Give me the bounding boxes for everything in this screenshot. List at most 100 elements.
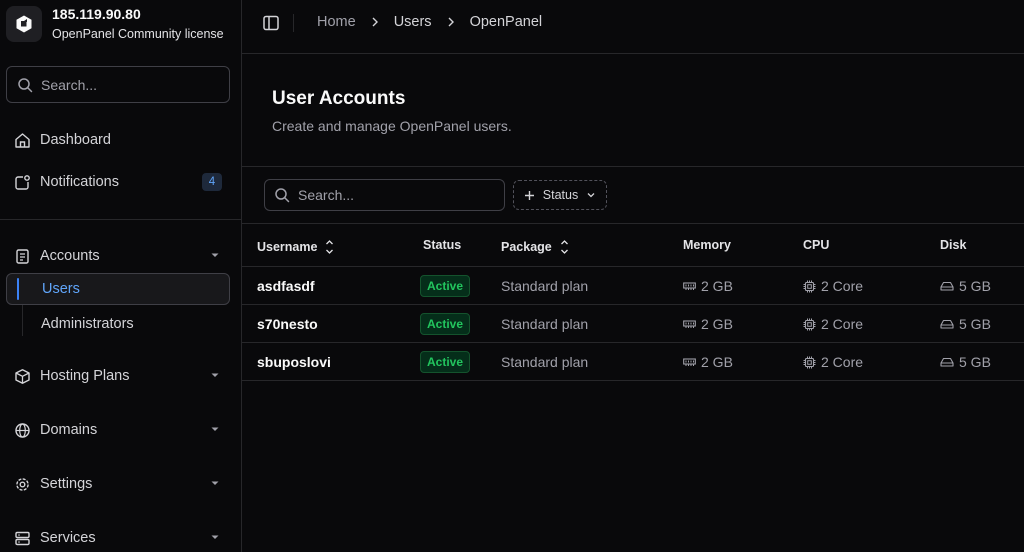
breadcrumb-home[interactable]: Home [317, 14, 356, 30]
sidebar-item-label: Settings [40, 476, 93, 492]
breadcrumb: Home Users OpenPanel [317, 14, 542, 30]
sidebar-subitem-label: Users [42, 281, 80, 297]
status-filter-button[interactable]: Status [513, 180, 607, 210]
sidebar-subitem-users[interactable]: Users [6, 273, 230, 305]
accounts-icon [13, 247, 31, 265]
disk-cell: 5 GB [940, 278, 991, 294]
cpu-icon [803, 356, 816, 369]
sidebar-item-accounts[interactable]: Accounts [0, 238, 242, 274]
chevron-right-icon [370, 16, 380, 28]
cpu-cell: 2 Core [803, 278, 863, 294]
page-title: User Accounts [272, 88, 406, 109]
sidebar-item-label: Dashboard [40, 132, 111, 148]
plus-icon [524, 190, 535, 201]
username-cell[interactable]: asdfasdf [257, 278, 315, 294]
column-header-username[interactable]: Username [257, 238, 334, 256]
table-row[interactable]: sbuposlovi Active Standard plan 2 GB 2 C… [242, 343, 1024, 381]
memory-value: 2 GB [701, 354, 733, 370]
column-header-label: Status [423, 238, 462, 252]
cpu-value: 2 Core [821, 354, 864, 370]
status-badge: Active [420, 351, 470, 373]
column-header-status: Status [423, 238, 461, 252]
memory-cell: 2 GB [683, 278, 733, 294]
memory-cell: 2 GB [683, 316, 733, 332]
sort-icon[interactable] [560, 238, 569, 256]
column-header-label: Disk [940, 238, 967, 252]
bell-icon [13, 173, 31, 191]
license-label: OpenPanel Community license [52, 27, 224, 41]
status-filter-label: Status [542, 188, 579, 202]
column-header-package[interactable]: Package [501, 238, 569, 256]
sidebar-toggle-icon[interactable] [262, 14, 280, 32]
sidebar-search-input[interactable]: Search... [6, 66, 230, 103]
breadcrumb-users[interactable]: Users [394, 14, 432, 30]
sidebar-item-domains[interactable]: Domains [0, 412, 242, 448]
search-icon [274, 187, 290, 203]
column-header-memory: Memory [683, 238, 731, 252]
sort-icon[interactable] [325, 238, 334, 256]
topbar: Home Users OpenPanel [242, 0, 1024, 54]
disk-cell: 5 GB [940, 354, 991, 370]
search-placeholder: Search... [298, 187, 355, 203]
column-header-label: Username [257, 240, 318, 254]
disk-value: 5 GB [959, 316, 991, 332]
memory-icon [683, 281, 696, 291]
chevron-down-icon [210, 370, 220, 380]
sidebar-item-label: Hosting Plans [40, 368, 130, 384]
search-input[interactable]: Search... [264, 179, 505, 211]
username-cell[interactable]: s70nesto [257, 316, 318, 332]
server-ip: 185.119.90.80 [52, 6, 141, 22]
globe-icon [13, 421, 31, 439]
memory-value: 2 GB [701, 316, 733, 332]
status-badge: Active [420, 313, 470, 335]
disk-value: 5 GB [959, 354, 991, 370]
memory-cell: 2 GB [683, 354, 733, 370]
sidebar-item-notifications[interactable]: Notifications 4 [0, 164, 242, 200]
sidebar-item-label: Notifications [40, 174, 119, 190]
gear-icon [13, 475, 31, 493]
disk-cell: 5 GB [940, 316, 991, 332]
status-badge: Active [420, 275, 470, 297]
cpu-value: 2 Core [821, 278, 864, 294]
chevron-down-icon [210, 478, 220, 488]
table-row[interactable]: s70nesto Active Standard plan 2 GB 2 Cor… [242, 305, 1024, 343]
brand[interactable]: 185.119.90.80 OpenPanel Community licens… [6, 5, 224, 43]
column-header-label: Memory [683, 238, 731, 252]
disk-icon [940, 319, 954, 329]
column-header-label: CPU [803, 238, 830, 252]
filter-bar: Search... Status [242, 167, 1024, 224]
chevron-down-icon [586, 190, 596, 200]
sidebar-item-services[interactable]: Services [0, 520, 242, 552]
page-subtitle: Create and manage OpenPanel users. [272, 118, 512, 134]
package-cell: Standard plan [501, 316, 589, 332]
disk-value: 5 GB [959, 278, 991, 294]
disk-icon [940, 357, 954, 367]
home-icon [13, 131, 31, 149]
package-cell: Standard plan [501, 354, 589, 370]
username-cell[interactable]: sbuposlovi [257, 354, 331, 370]
sidebar-item-dashboard[interactable]: Dashboard [0, 122, 242, 158]
table-header-row: Username Status Package Memory CPU Disk [242, 224, 1024, 267]
column-header-label: Package [501, 240, 552, 254]
users-table: Username Status Package Memory CPU Disk … [242, 224, 1024, 381]
sidebar-item-hosting-plans[interactable]: Hosting Plans [0, 358, 242, 394]
sidebar-item-label: Domains [40, 422, 98, 438]
column-header-disk: Disk [940, 238, 966, 252]
page-header: User Accounts Create and manage OpenPane… [242, 54, 1024, 167]
memory-value: 2 GB [701, 278, 733, 294]
sidebar-subitem-label: Administrators [41, 316, 134, 332]
sidebar: 185.119.90.80 OpenPanel Community licens… [0, 0, 242, 552]
table-row[interactable]: asdfasdf Active Standard plan 2 GB 2 Cor… [242, 267, 1024, 305]
notification-count-badge: 4 [202, 173, 222, 191]
search-icon [17, 77, 33, 93]
disk-icon [940, 281, 954, 291]
sidebar-item-label: Services [40, 530, 96, 546]
sidebar-item-settings[interactable]: Settings [0, 466, 242, 502]
sidebar-divider [0, 219, 242, 220]
memory-icon [683, 319, 696, 329]
cpu-cell: 2 Core [803, 316, 863, 332]
openpanel-logo-icon [6, 6, 42, 42]
cpu-icon [803, 318, 816, 331]
sidebar-subitem-administrators[interactable]: Administrators [6, 308, 230, 340]
memory-icon [683, 357, 696, 367]
